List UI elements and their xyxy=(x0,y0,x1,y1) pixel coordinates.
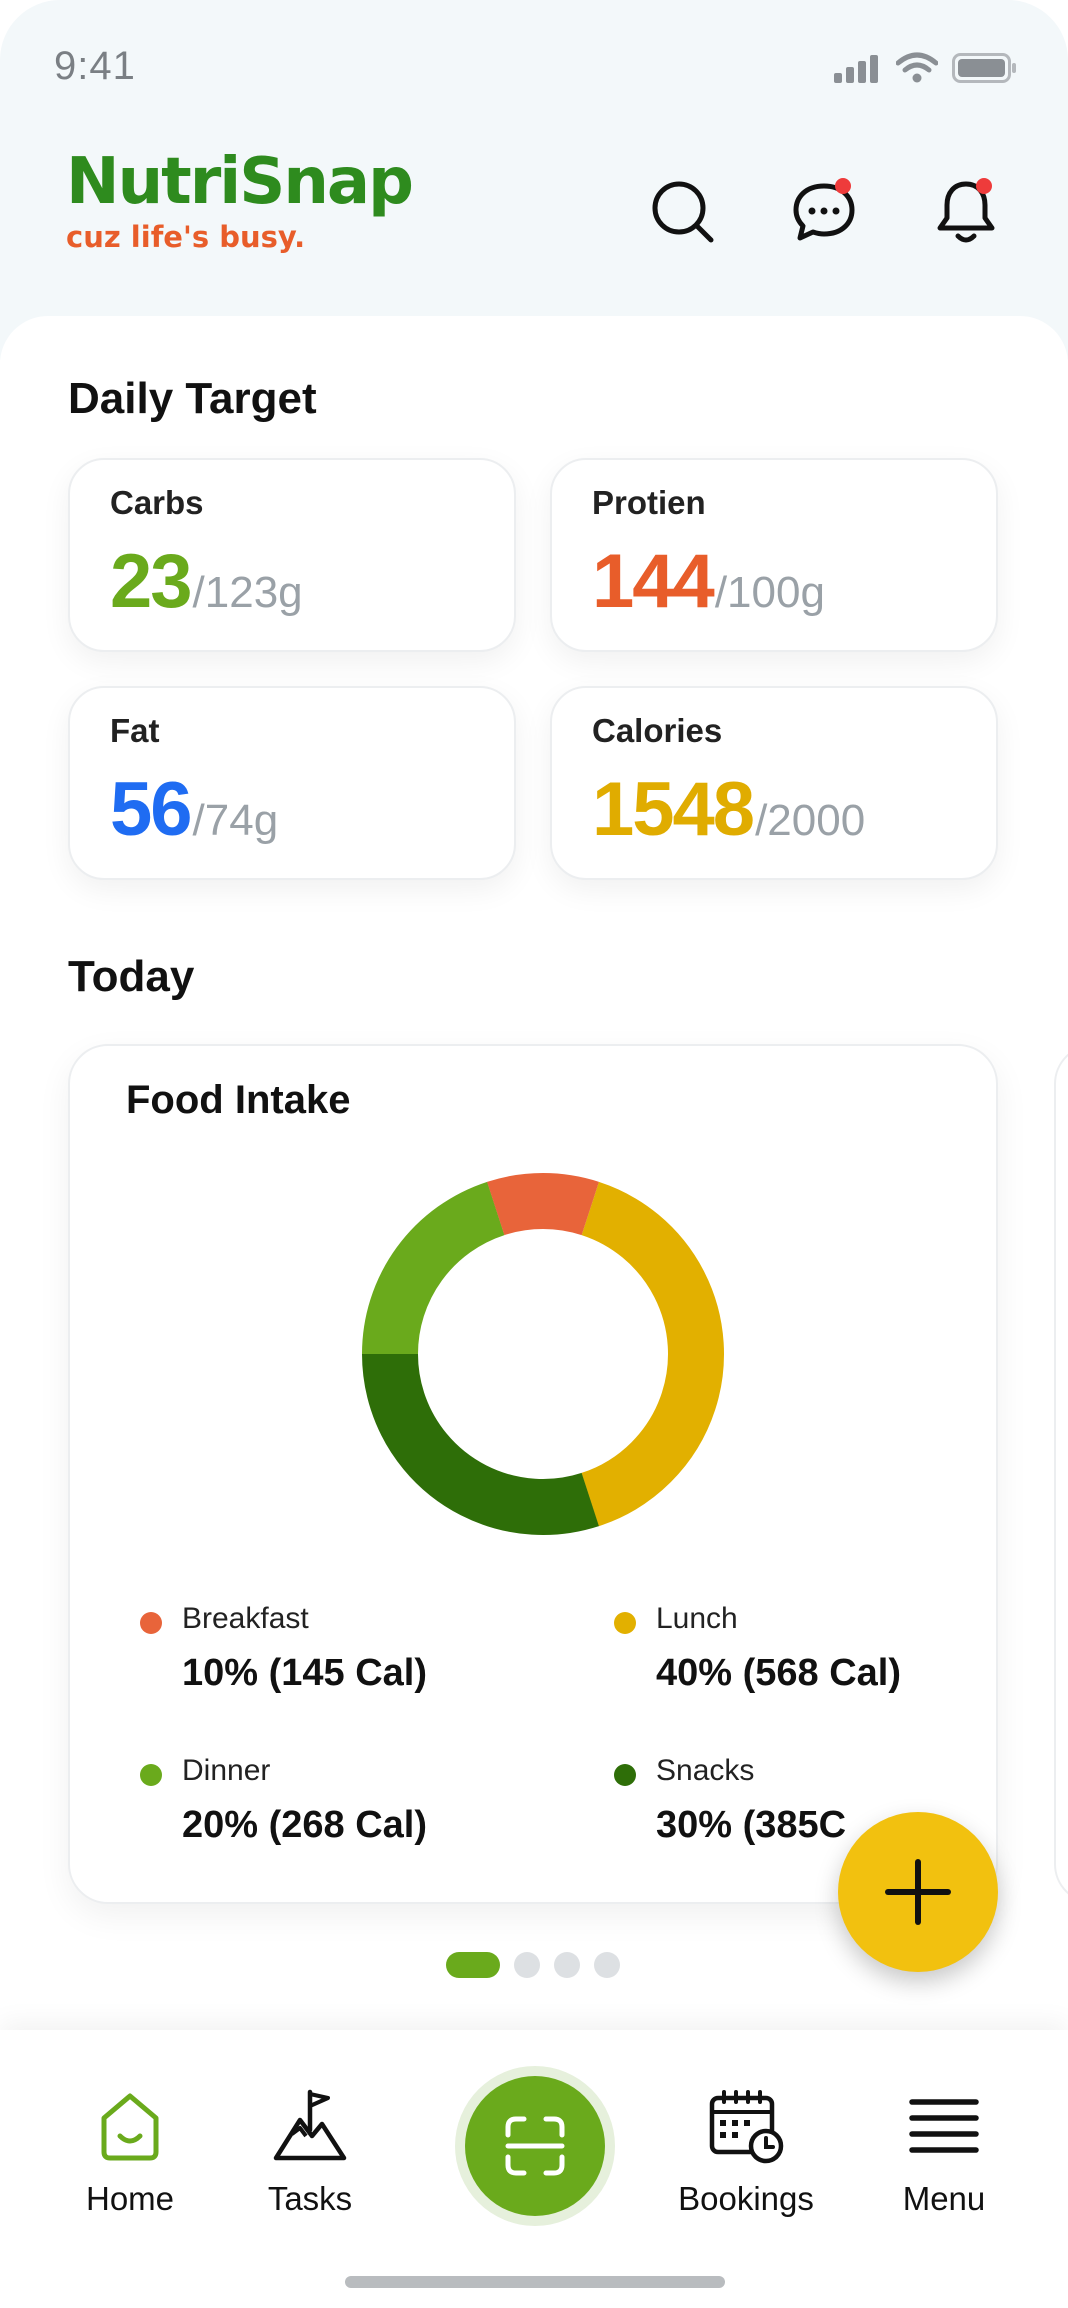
nav-menu-label: Menu xyxy=(902,2180,986,2217)
legend-dot xyxy=(614,1764,636,1786)
food-intake-title: Food Intake xyxy=(126,1078,351,1122)
add-button[interactable] xyxy=(838,1812,998,1972)
bottom-nav: Home Tasks Bookings Menu xyxy=(0,2030,1068,2308)
carousel-pagination xyxy=(446,1952,620,1978)
nav-bookings[interactable]: Bookings xyxy=(656,2086,836,2218)
chat-notification-dot xyxy=(835,178,851,194)
page-dot-active[interactable] xyxy=(446,1952,500,1978)
home-indicator xyxy=(345,2276,725,2288)
hamburger-menu-icon xyxy=(909,2099,979,2153)
calendar-clock-icon xyxy=(709,2090,784,2164)
target-goal: /123g xyxy=(192,568,303,617)
legend-dot xyxy=(140,1764,162,1786)
target-value: 1548 xyxy=(592,767,755,852)
home-icon xyxy=(101,2093,159,2161)
target-goal: /100g xyxy=(714,568,825,617)
legend-value: 40% (568 Cal) xyxy=(656,1652,902,1694)
nav-tasks[interactable]: Tasks xyxy=(220,2086,400,2218)
next-card-peek[interactable] xyxy=(1054,1044,1068,1904)
scan-button-inner xyxy=(465,2076,605,2216)
search-icon[interactable] xyxy=(647,176,719,248)
legend-name: Lunch xyxy=(656,1602,738,1635)
scan-button[interactable] xyxy=(455,2066,615,2226)
target-label: Carbs xyxy=(110,484,204,521)
target-goal: /74g xyxy=(192,796,279,845)
nav-home[interactable]: Home xyxy=(40,2086,220,2218)
target-card-fat[interactable]: Fat 56 /74g xyxy=(68,686,516,880)
page-dot[interactable] xyxy=(554,1952,580,1978)
today-title: Today xyxy=(68,952,195,1001)
nav-bookings-label: Bookings xyxy=(678,2180,814,2217)
target-card-carbs[interactable]: Carbs 23 /123g xyxy=(68,458,516,652)
nav-tasks-label: Tasks xyxy=(267,2180,353,2217)
page-dot[interactable] xyxy=(514,1952,540,1978)
legend-name: Breakfast xyxy=(182,1602,309,1635)
target-card-calories[interactable]: Calories 1548 /2000 xyxy=(550,686,998,880)
food-intake-card[interactable]: Food Intake Breakfast 10% (145 Cal) Lunc… xyxy=(68,1044,998,1904)
battery-icon xyxy=(952,53,1016,83)
brand-name: NutriSnap xyxy=(66,145,414,219)
chat-icon[interactable] xyxy=(788,176,860,248)
target-label: Protien xyxy=(592,484,706,521)
daily-target-title: Daily Target xyxy=(68,374,317,423)
mountain-flag-icon xyxy=(273,2089,347,2161)
nav-menu[interactable]: Menu xyxy=(854,2086,1034,2218)
target-label: Calories xyxy=(592,712,723,749)
status-time: 9:41 xyxy=(54,44,136,88)
wifi-icon xyxy=(896,52,938,83)
page-dot[interactable] xyxy=(594,1952,620,1978)
legend-dot xyxy=(140,1612,162,1634)
cellular-signal-icon xyxy=(834,55,878,83)
nav-home-label: Home xyxy=(85,2180,175,2217)
legend-dot xyxy=(614,1612,636,1634)
scan-icon xyxy=(505,2116,565,2176)
legend-value: 30% (385C xyxy=(656,1804,847,1846)
brand-logo: NutriSnap cuz life's busy. xyxy=(66,145,414,254)
target-value: 23 xyxy=(110,539,193,624)
phone-screen: 9:41 NutriSnap cuz life's busy. Daily Ta… xyxy=(0,0,1068,2308)
target-value: 144 xyxy=(592,539,715,624)
legend-name: Dinner xyxy=(182,1754,271,1787)
target-goal: /2000 xyxy=(755,796,866,845)
legend-name: Snacks xyxy=(656,1754,755,1787)
bell-notification-dot xyxy=(976,178,992,194)
target-card-protein[interactable]: Protien 144 /100g xyxy=(550,458,998,652)
legend-value: 10% (145 Cal) xyxy=(182,1652,428,1694)
brand-tagline: cuz life's busy. xyxy=(66,220,306,254)
status-icons xyxy=(832,52,1018,84)
plus-icon xyxy=(885,1859,951,1925)
bell-icon[interactable] xyxy=(930,176,1002,248)
target-value: 56 xyxy=(110,767,193,852)
target-label: Fat xyxy=(110,712,160,749)
legend-value: 20% (268 Cal) xyxy=(182,1804,428,1846)
food-intake-donut-chart xyxy=(362,1173,724,1535)
